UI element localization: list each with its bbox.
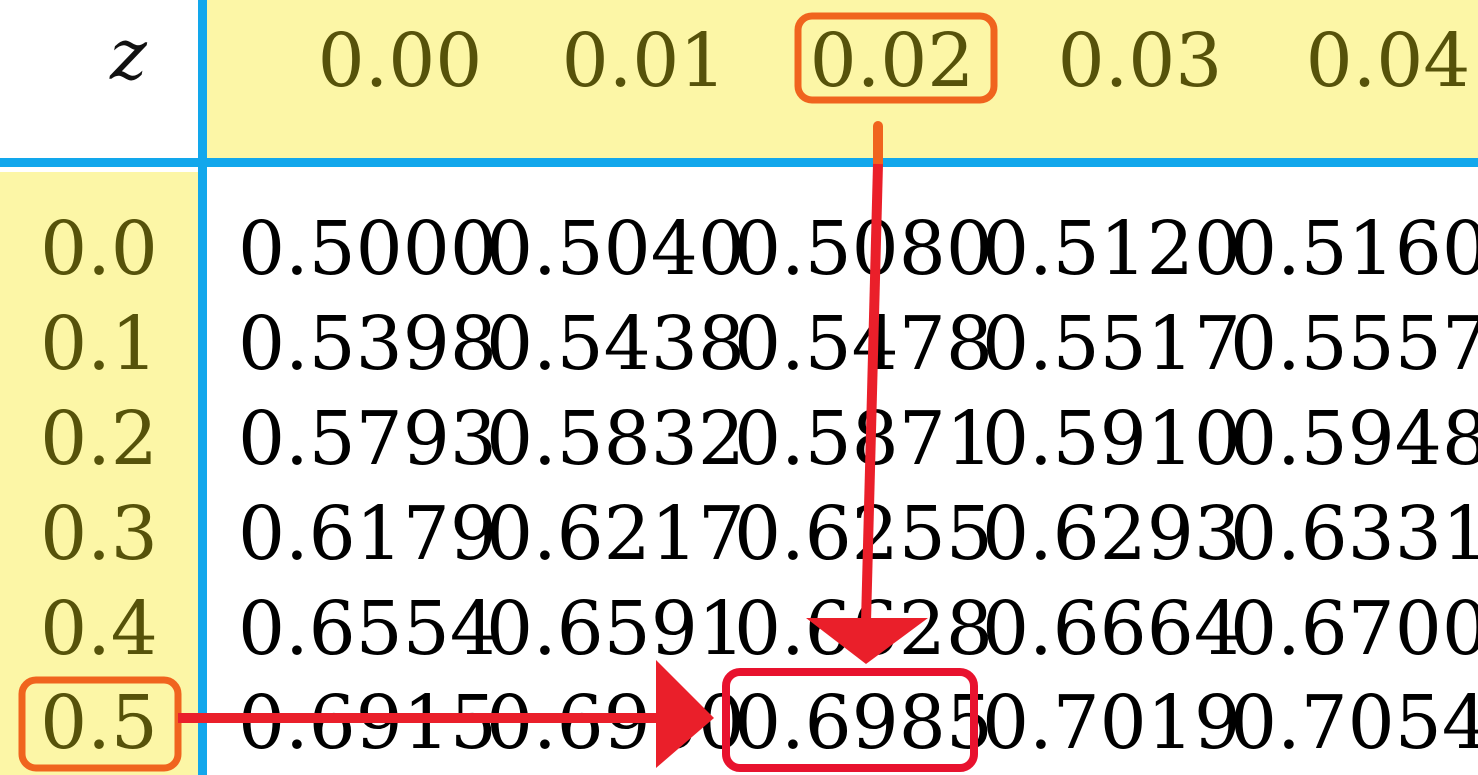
vertical-divider	[198, 0, 207, 775]
table-cell: 0.6554	[238, 586, 497, 672]
table-cell: 0.5478	[734, 301, 993, 387]
table-cell: 0.5557	[1230, 301, 1478, 387]
table-cell: 0.5398	[238, 301, 497, 387]
table-cell: 0.5160	[1230, 206, 1478, 292]
table-cell: 0.6331	[1230, 491, 1478, 577]
row-label-5: 0.5	[40, 680, 158, 766]
table-cell: 0.5832	[486, 396, 745, 482]
z-table: z 0.00 0.01 0.02 0.03 0.04 0.0 0.1 0.2 0…	[0, 0, 1478, 775]
table-cell: 0.5000	[238, 206, 497, 292]
table-cell: 0.5438	[486, 301, 745, 387]
row-label-1: 0.1	[40, 301, 158, 387]
table-cell: 0.6915	[238, 680, 497, 766]
table-cell: 0.6293	[982, 491, 1241, 577]
table-cell: 0.7019	[982, 680, 1241, 766]
table-cell: 0.6700	[1230, 586, 1478, 672]
table-cell: 0.5871	[734, 396, 993, 482]
table-cell: 0.5120	[982, 206, 1241, 292]
horizontal-divider	[0, 158, 1478, 167]
table-cell: 0.6950	[486, 680, 745, 766]
table-cell: 0.6217	[486, 491, 745, 577]
column-label-1: 0.01	[561, 18, 727, 104]
table-cell: 0.5910	[982, 396, 1241, 482]
row-label-3: 0.3	[40, 491, 158, 577]
table-cell: 0.5948	[1230, 396, 1478, 482]
table-cell: 0.6255	[734, 491, 993, 577]
result-cell: 0.6985	[734, 680, 993, 766]
table-cell: 0.6628	[734, 586, 993, 672]
table-cell: 0.5517	[982, 301, 1241, 387]
table-cell: 0.6179	[238, 491, 497, 577]
table-cell: 0.5080	[734, 206, 993, 292]
row-label-2: 0.2	[40, 396, 158, 482]
table-cell: 0.6591	[486, 586, 745, 672]
column-label-3: 0.03	[1057, 18, 1223, 104]
column-label-2: 0.02	[809, 18, 975, 104]
row-label-4: 0.4	[40, 586, 158, 672]
row-label-0: 0.0	[40, 206, 158, 292]
table-cell: 0.6664	[982, 586, 1241, 672]
table-cell: 0.7054	[1230, 680, 1478, 766]
table-cell: 0.5040	[486, 206, 745, 292]
column-label-0: 0.00	[317, 18, 483, 104]
corner-z-label: z	[110, 14, 147, 96]
table-cell: 0.5793	[238, 396, 497, 482]
column-label-4: 0.04	[1305, 18, 1471, 104]
